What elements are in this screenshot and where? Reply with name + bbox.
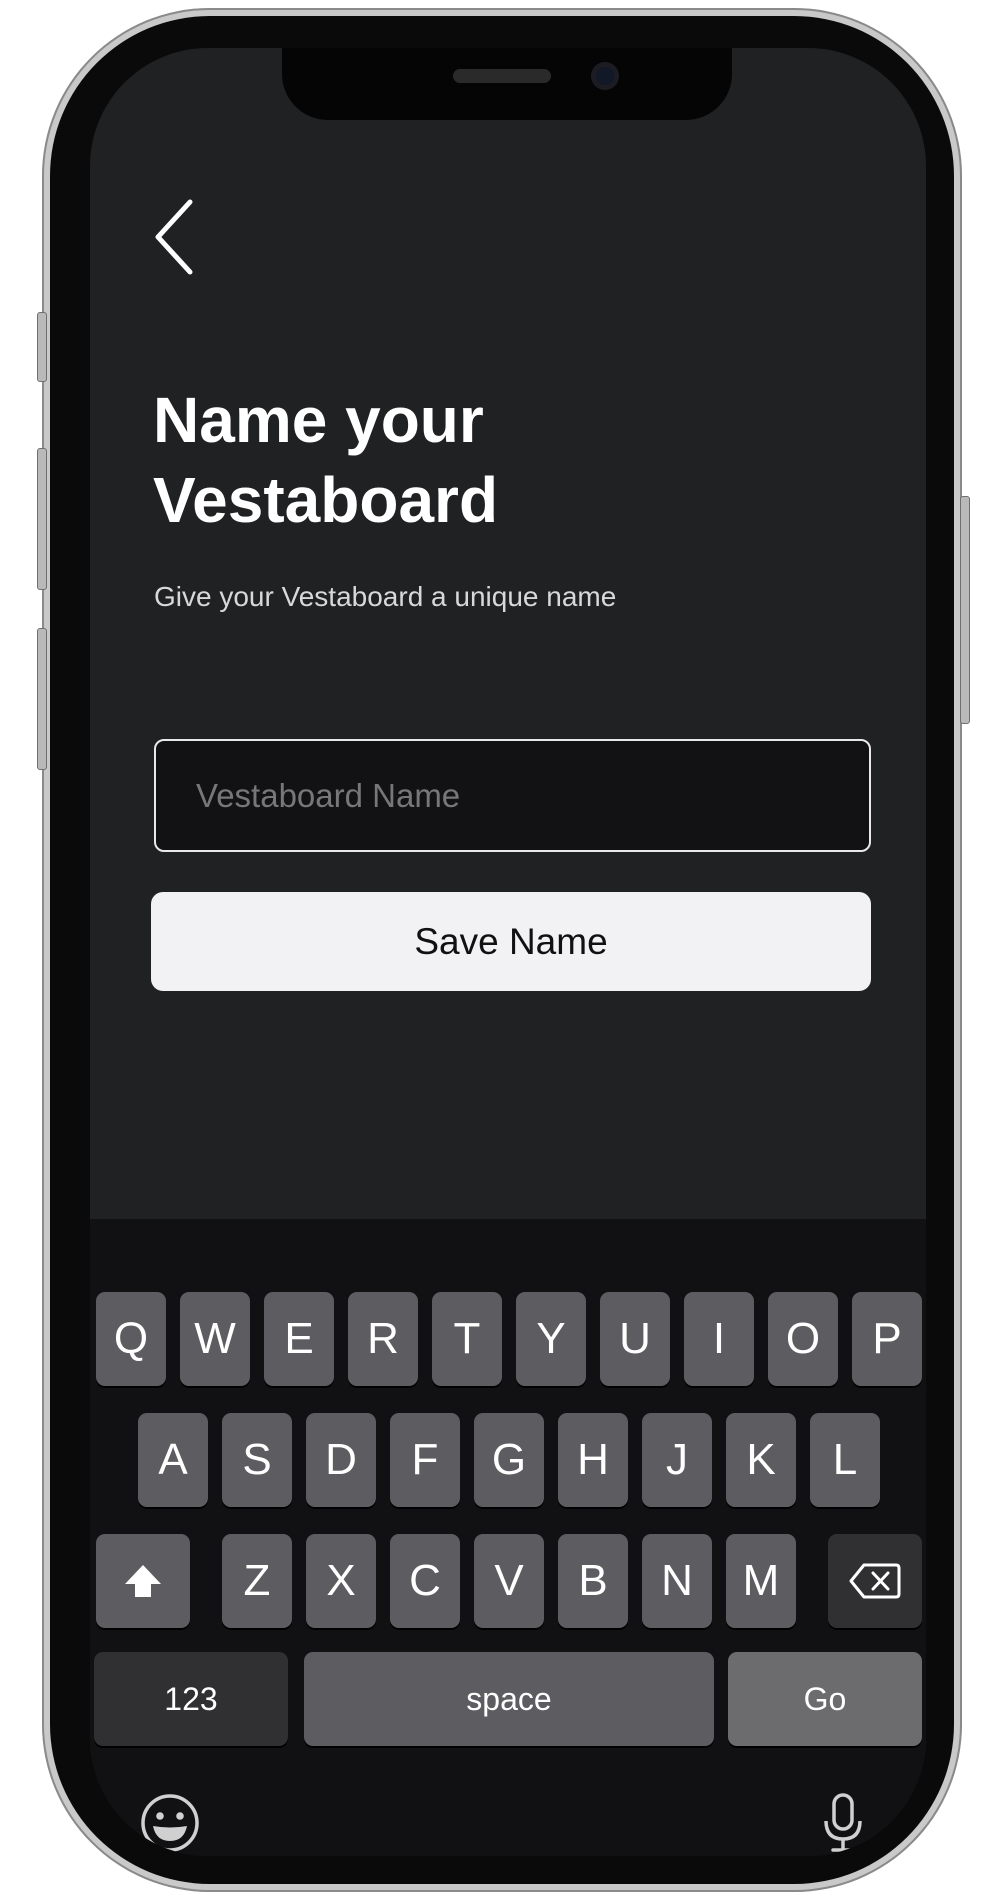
key-w[interactable]: W: [180, 1292, 250, 1386]
save-name-button[interactable]: Save Name: [151, 892, 871, 991]
key-s[interactable]: S: [222, 1413, 292, 1507]
key-q[interactable]: Q: [96, 1292, 166, 1386]
delete-key[interactable]: [828, 1534, 922, 1628]
key-y[interactable]: Y: [516, 1292, 586, 1386]
key-t[interactable]: T: [432, 1292, 502, 1386]
key-m[interactable]: M: [726, 1534, 796, 1628]
key-j[interactable]: J: [642, 1413, 712, 1507]
emoji-icon: [141, 1794, 199, 1852]
space-key[interactable]: space: [304, 1652, 714, 1746]
notch: [282, 48, 732, 120]
key-k[interactable]: K: [726, 1413, 796, 1507]
emoji-button[interactable]: [138, 1791, 202, 1855]
key-f[interactable]: F: [390, 1413, 460, 1507]
key-h[interactable]: H: [558, 1413, 628, 1507]
numbers-key[interactable]: 123: [94, 1652, 288, 1746]
key-u[interactable]: U: [600, 1292, 670, 1386]
key-a[interactable]: A: [138, 1413, 208, 1507]
back-button[interactable]: [148, 196, 204, 278]
key-o[interactable]: O: [768, 1292, 838, 1386]
chevron-left-icon: [155, 199, 193, 275]
key-e[interactable]: E: [264, 1292, 334, 1386]
key-x[interactable]: X: [306, 1534, 376, 1628]
go-key[interactable]: Go: [728, 1652, 922, 1746]
microphone-icon: [824, 1793, 862, 1852]
backspace-icon: [849, 1563, 901, 1599]
volume-down-button: [37, 628, 47, 770]
key-v[interactable]: V: [474, 1534, 544, 1628]
page-title: Name your Vestaboard: [153, 384, 499, 536]
key-b[interactable]: B: [558, 1534, 628, 1628]
key-n[interactable]: N: [642, 1534, 712, 1628]
vestaboard-name-input[interactable]: [154, 739, 871, 852]
dictation-button[interactable]: [821, 1791, 865, 1855]
page-subtitle: Give your Vestaboard a unique name: [154, 581, 617, 612]
key-r[interactable]: R: [348, 1292, 418, 1386]
key-z[interactable]: Z: [222, 1534, 292, 1628]
key-g[interactable]: G: [474, 1413, 544, 1507]
front-camera: [591, 62, 619, 90]
shift-key[interactable]: [96, 1534, 190, 1628]
keyboard: Q W E R T Y U I O P A S D F G H J K L Z …: [90, 1219, 926, 1856]
mute-switch: [37, 312, 47, 382]
phone-screen: Name your Vestaboard Give your Vestaboar…: [90, 48, 926, 1856]
key-p[interactable]: P: [852, 1292, 922, 1386]
shift-arrow-icon: [125, 1565, 161, 1597]
volume-up-button: [37, 448, 47, 590]
key-c[interactable]: C: [390, 1534, 460, 1628]
key-i[interactable]: I: [684, 1292, 754, 1386]
key-l[interactable]: L: [810, 1413, 880, 1507]
key-d[interactable]: D: [306, 1413, 376, 1507]
power-button: [960, 496, 970, 724]
speaker-grille: [453, 69, 551, 83]
